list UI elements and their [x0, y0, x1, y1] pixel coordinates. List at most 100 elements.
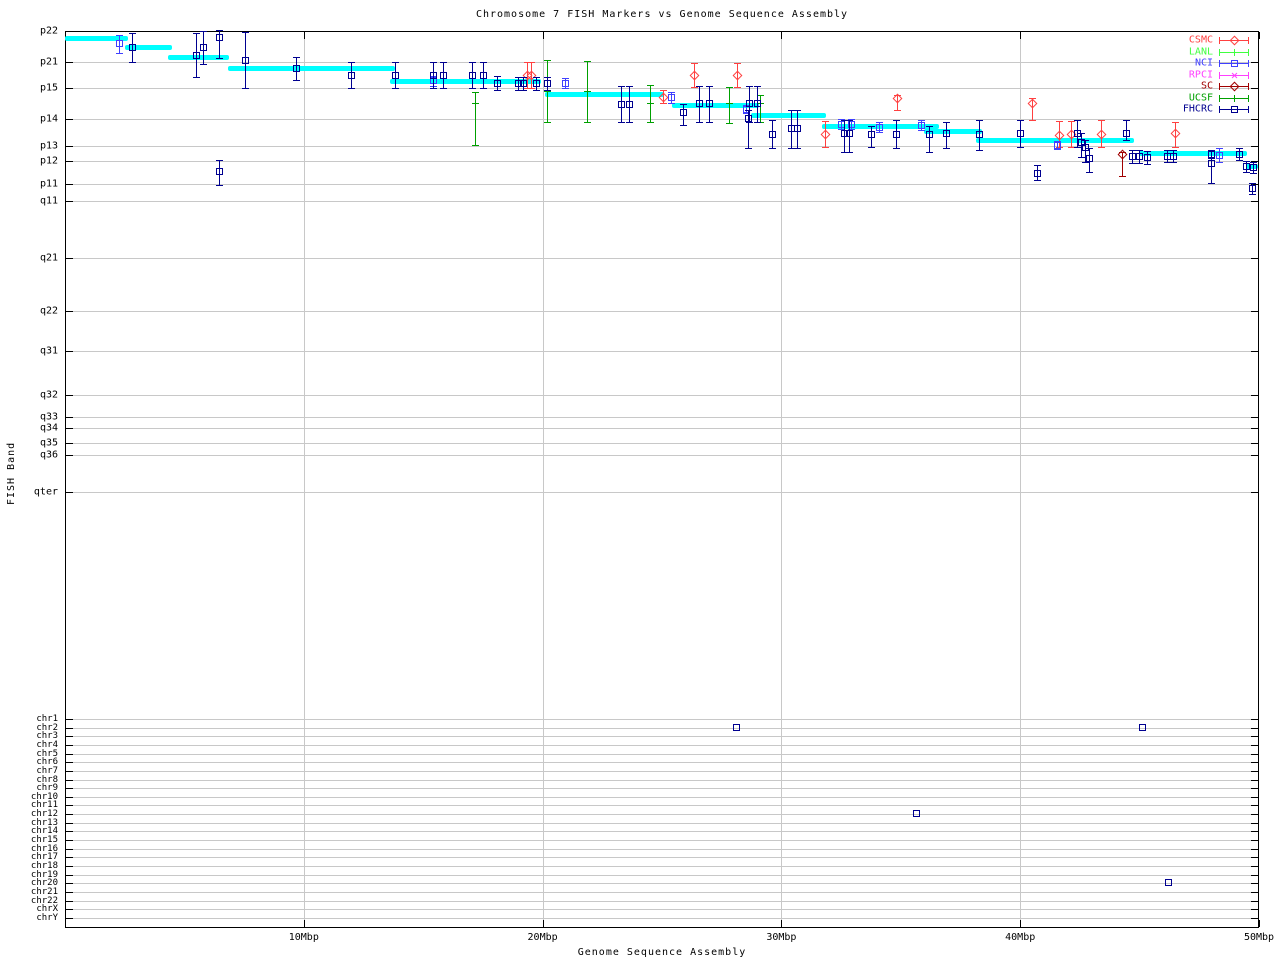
y-axis-tick — [1251, 62, 1258, 63]
y-axis-tick — [66, 866, 73, 867]
error-bar-cap — [1169, 150, 1177, 151]
error-bar-cap — [493, 76, 501, 77]
data-point-square — [429, 72, 437, 79]
data-point-square — [439, 72, 447, 79]
y-axis-tick — [1251, 443, 1258, 444]
data-point-square — [912, 810, 920, 817]
error-bar-cap — [876, 132, 884, 133]
error-bar-cap — [115, 35, 123, 36]
error-bar-cap — [618, 86, 626, 87]
y-axis-tick — [1251, 788, 1258, 789]
error-bar-cap — [215, 185, 223, 186]
x-axis-tick — [303, 920, 305, 927]
y-axis-tick — [1251, 866, 1258, 867]
y-axis-tick — [1251, 88, 1258, 89]
legend-label: SC — [1200, 80, 1213, 92]
error-bar-cap — [668, 92, 676, 93]
y-axis-tick — [66, 754, 73, 755]
y-axis-tick — [66, 417, 73, 418]
error-bar-cap — [1122, 120, 1130, 121]
error-bar-cap — [584, 122, 592, 123]
error-bar-cap — [660, 90, 668, 91]
data-point-square — [942, 130, 950, 137]
error-bar-cap — [347, 62, 355, 63]
y-axis-tick — [1251, 719, 1258, 720]
y-tick-label-band: q33 — [39, 411, 58, 423]
data-point-square — [533, 80, 541, 87]
error-bar-cap — [975, 120, 983, 121]
error-bar-cap — [1055, 121, 1063, 122]
error-bar-cap — [626, 122, 634, 123]
error-bar-cap — [1207, 158, 1215, 159]
y-axis-tick — [66, 823, 73, 824]
fish-band-segment — [227, 66, 395, 71]
error-bar-cap — [1171, 122, 1179, 123]
y-axis-tick — [66, 184, 73, 185]
y-axis-tick — [66, 736, 73, 737]
error-bar-cap — [706, 86, 714, 87]
error-bar-cap — [917, 130, 925, 131]
x-tick-label: 10Mbp — [288, 932, 319, 943]
y-axis-tick — [66, 161, 73, 162]
error-bar-cap — [128, 33, 136, 34]
y-axis-tick — [66, 62, 73, 63]
data-point-plus — [584, 91, 592, 92]
x-tick-label: 30Mbp — [766, 932, 797, 943]
y-axis-tick — [1251, 728, 1258, 729]
x-axis-tick — [1020, 920, 1022, 927]
y-axis-tick — [66, 31, 73, 32]
data-point-square — [1215, 152, 1223, 159]
y-axis-tick — [66, 831, 73, 832]
y-axis-tick — [1251, 31, 1258, 32]
x-axis-tick — [1259, 920, 1260, 927]
error-bar-cap — [726, 87, 734, 88]
data-point-square — [668, 94, 676, 101]
plot-frame — [65, 31, 1259, 928]
data-point-plus — [726, 103, 734, 104]
error-bar-cap — [1249, 173, 1257, 174]
error-bar-cap — [429, 88, 437, 89]
data-point-square — [1138, 724, 1146, 731]
data-point-square — [1230, 60, 1238, 67]
error-bar-cap — [1171, 147, 1179, 148]
legend-label: NCI — [1194, 57, 1213, 69]
error-bar-cap — [519, 77, 527, 78]
legend-label: RPCI — [1188, 69, 1213, 80]
error-bar-cap — [533, 90, 541, 91]
x-axis-tick — [542, 32, 544, 39]
error-bar-cap — [192, 77, 200, 78]
y-tick-label-band: p22 — [39, 25, 58, 37]
legend-sample-cap — [1248, 83, 1249, 90]
x-axis-tick — [781, 32, 783, 39]
error-bar-cap — [292, 57, 300, 58]
data-point-square — [745, 115, 753, 122]
y-axis-tick — [1251, 892, 1258, 893]
y-tick-label-band: q34 — [39, 422, 58, 434]
error-bar-cap — [1169, 162, 1177, 163]
error-bar-cap — [942, 148, 950, 149]
legend-sample-cap — [1248, 48, 1249, 56]
data-point-square — [1249, 164, 1257, 171]
error-bar-cap — [794, 110, 802, 111]
error-bar-cap — [528, 62, 536, 63]
error-bar-cap — [1016, 120, 1024, 121]
error-bar-cap — [680, 104, 688, 105]
error-bar-cap — [696, 122, 704, 123]
error-bar-cap — [1143, 164, 1151, 165]
error-bar-cap — [1033, 165, 1041, 166]
error-bar-cap — [917, 120, 925, 121]
error-bar-cap — [769, 120, 777, 121]
y-axis-tick — [1251, 883, 1258, 884]
error-bar-cap — [192, 33, 200, 34]
error-bar-cap — [1248, 194, 1256, 195]
error-bar-cap — [292, 80, 300, 81]
error-bar-cap — [215, 30, 223, 31]
legend-label: UCSF — [1188, 92, 1213, 103]
legend-sample-cap — [1248, 60, 1249, 67]
error-bar-cap — [1122, 140, 1130, 141]
y-axis-tick — [66, 780, 73, 781]
error-bar-cap — [199, 64, 207, 65]
y-axis-tick — [66, 771, 73, 772]
error-bar-cap — [1077, 157, 1085, 158]
error-bar-cap — [469, 62, 477, 63]
